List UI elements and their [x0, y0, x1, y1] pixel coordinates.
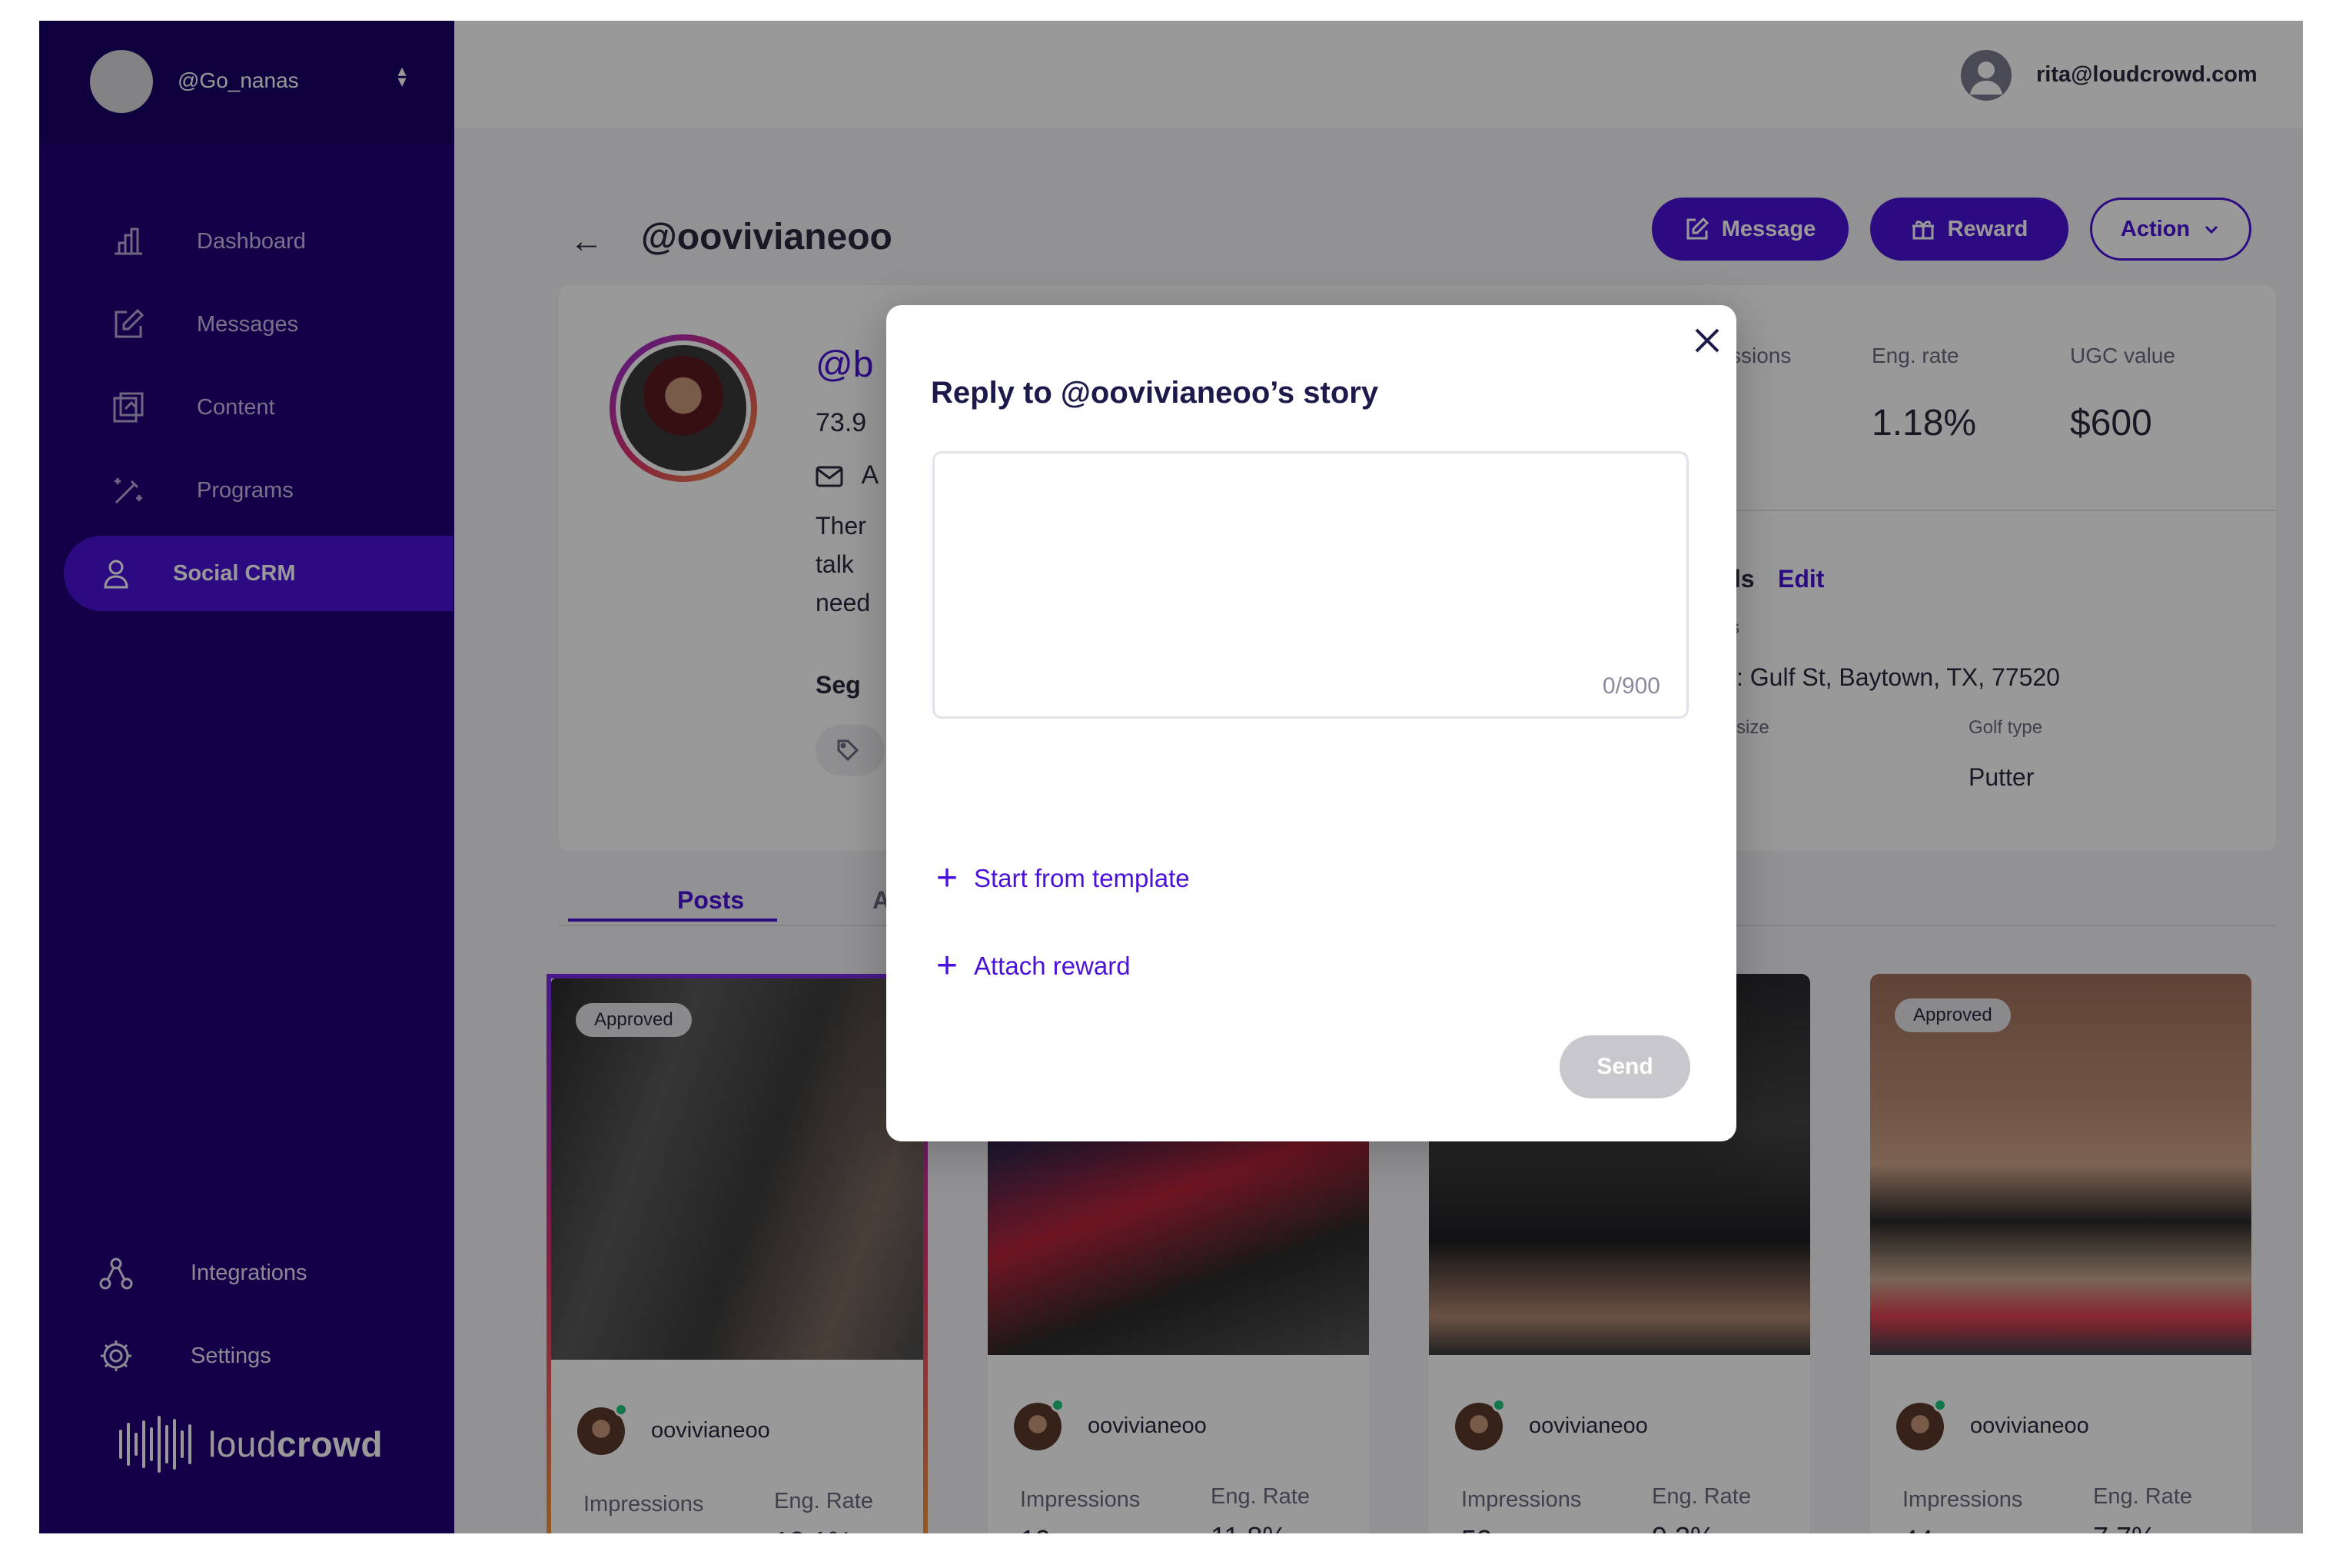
reply-textarea[interactable]: 0/900 — [932, 451, 1689, 719]
reply-modal: Reply to @oovivianeoo’s story 0/900 + St… — [886, 305, 1736, 1141]
plus-icon: + — [935, 945, 959, 986]
close-icon[interactable] — [1689, 322, 1726, 359]
start-from-template-label: Start from template — [974, 864, 1190, 892]
attach-reward-button[interactable]: + Attach reward — [934, 945, 1131, 986]
char-count: 0/900 — [1602, 673, 1660, 699]
plus-icon: + — [935, 858, 959, 899]
attach-reward-label: Attach reward — [974, 952, 1131, 980]
modal-title: Reply to @oovivianeoo’s story — [931, 376, 1379, 410]
send-button[interactable]: Send — [1560, 1035, 1690, 1098]
start-from-template-button[interactable]: + Start from template — [934, 858, 1190, 899]
app-frame: @Go_nanas ▴ ▾ Dashboard Messages Content … — [39, 21, 2303, 1533]
